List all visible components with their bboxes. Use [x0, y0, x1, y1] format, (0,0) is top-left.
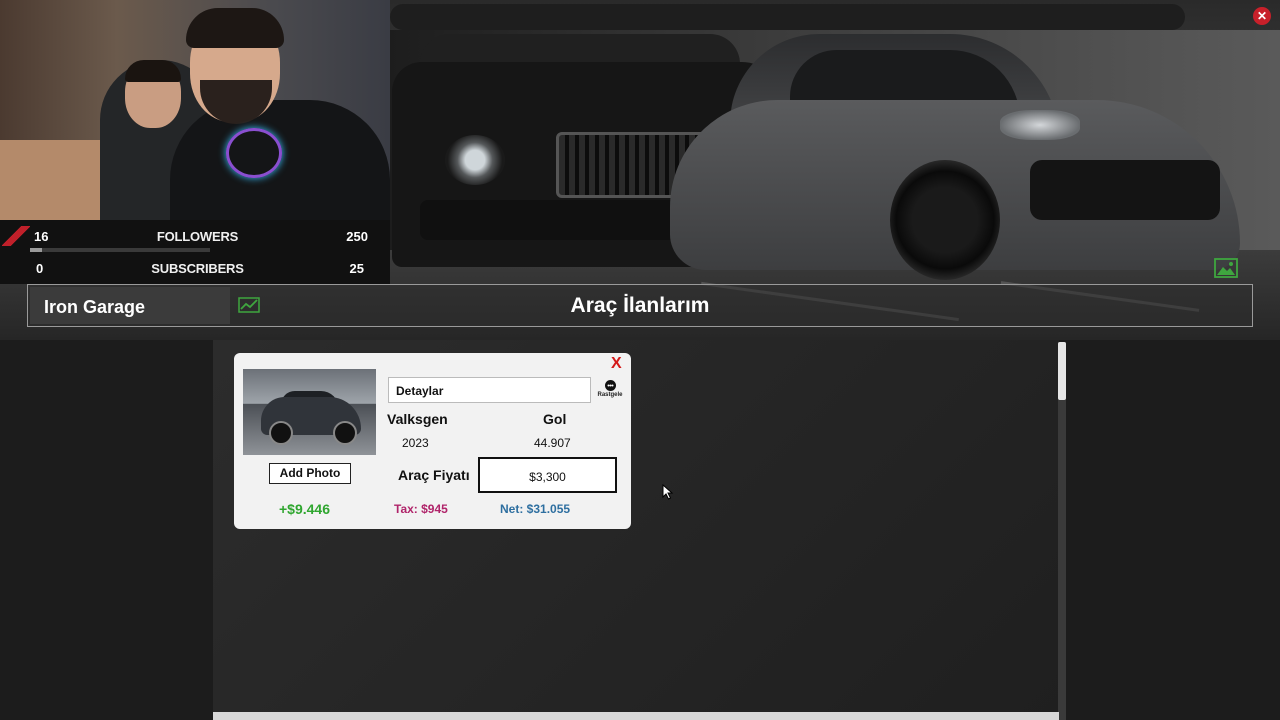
details-input[interactable]: Detaylar [388, 377, 591, 403]
coupe-grille [1030, 160, 1220, 220]
flag-icon [2, 226, 30, 246]
trend-chart-icon[interactable] [238, 297, 260, 313]
tax-value: Tax: $945 [394, 502, 448, 516]
mouse-cursor-icon [662, 484, 674, 500]
dice-icon [604, 380, 616, 391]
vehicle-photo [243, 369, 376, 455]
webcam-hair [186, 8, 284, 48]
stream-goals: 16 FOLLOWERS 250 0 SUBSCRIBERS 25 [0, 220, 390, 284]
price-label: Araç Fiyatı [398, 467, 470, 483]
subscribers-goal-value: 25 [349, 261, 364, 276]
add-photo-button[interactable]: Add Photo [269, 463, 351, 484]
garage-header: Araç İlanlarım Iron Garage [27, 284, 1253, 327]
headset-icon [226, 128, 282, 178]
vehicle-brand: Valksgen [387, 411, 448, 427]
vehicle-model: Gol [543, 411, 567, 427]
suv-headlight [445, 135, 505, 185]
followers-goal: 16 FOLLOWERS 250 [0, 222, 390, 252]
image-icon[interactable] [1214, 258, 1238, 278]
random-button[interactable]: Rastgele [595, 380, 625, 404]
subscribers-goal: 0 SUBSCRIBERS 25 [0, 254, 390, 284]
followers-goal-value: 250 [346, 229, 368, 244]
followers-progress-bar [30, 248, 210, 252]
scrollbar-thumb[interactable] [1058, 342, 1066, 400]
subscribers-label: SUBSCRIBERS [151, 261, 244, 276]
photo-car-wheel [333, 421, 357, 445]
followers-label: FOLLOWERS [156, 229, 239, 244]
net-value: Net: $31.055 [500, 502, 571, 516]
subscribers-count: 0 [36, 261, 44, 276]
profit-value: +$9.446 [279, 501, 330, 517]
random-label: Rastgele [597, 392, 623, 398]
garage-name: Iron Garage [44, 297, 146, 317]
vehicle-listing-card: X Add Photo +$9.446 Detaylar Rastgele Va… [234, 353, 631, 529]
vehicle-year: 2023 [402, 436, 429, 450]
coupe-headlight [1000, 110, 1080, 140]
webcam-overlay [0, 0, 390, 220]
garage-name-box: Iron Garage [30, 287, 230, 324]
close-icon[interactable]: ✕ [1253, 7, 1271, 25]
top-search-bar[interactable] [390, 4, 1185, 30]
webcam-hair [125, 60, 181, 82]
price-input[interactable]: $3,300 [478, 457, 617, 493]
coupe-wheel [890, 160, 1000, 280]
panel-bottom-edge [213, 712, 1059, 720]
photo-car-wheel [269, 421, 293, 445]
followers-progress-fill [30, 248, 42, 252]
followers-count: 16 [34, 229, 49, 244]
close-icon[interactable]: X [611, 355, 622, 373]
vehicle-mileage: 44.907 [534, 436, 571, 450]
